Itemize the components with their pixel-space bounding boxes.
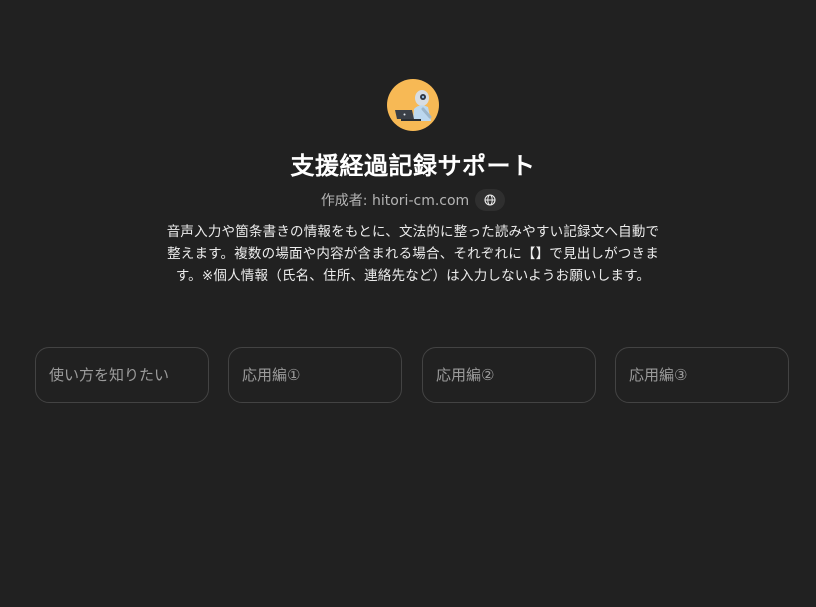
starter-button-advanced-1[interactable]: 応用編①	[228, 347, 402, 403]
conversation-starters: 使い方を知りたい 応用編① 応用編② 応用編③	[35, 347, 791, 405]
starter-button-advanced-2[interactable]: 応用編②	[422, 347, 596, 403]
gpt-landing: 支援経過記録サポート 作成者: hitori-cm.com 音声入力や箇条書きの…	[0, 0, 816, 607]
author-row: 作成者: hitori-cm.com	[0, 189, 816, 211]
gpt-avatar	[387, 79, 439, 131]
website-link-button[interactable]	[475, 189, 506, 211]
starter-button-advanced-3[interactable]: 応用編③	[615, 347, 789, 403]
gpt-title: 支援経過記録サポート	[290, 152, 536, 180]
gpt-description: 音声入力や箇条書きの情報をもとに、文法的に整った読みやすい記録文へ自動で整えます…	[166, 224, 660, 284]
globe-icon	[484, 194, 496, 206]
starter-button-how-to-use[interactable]: 使い方を知りたい	[35, 347, 209, 403]
robot-with-laptop-icon	[395, 90, 432, 121]
author-label: 作成者: hitori-cm.com	[320, 193, 470, 209]
